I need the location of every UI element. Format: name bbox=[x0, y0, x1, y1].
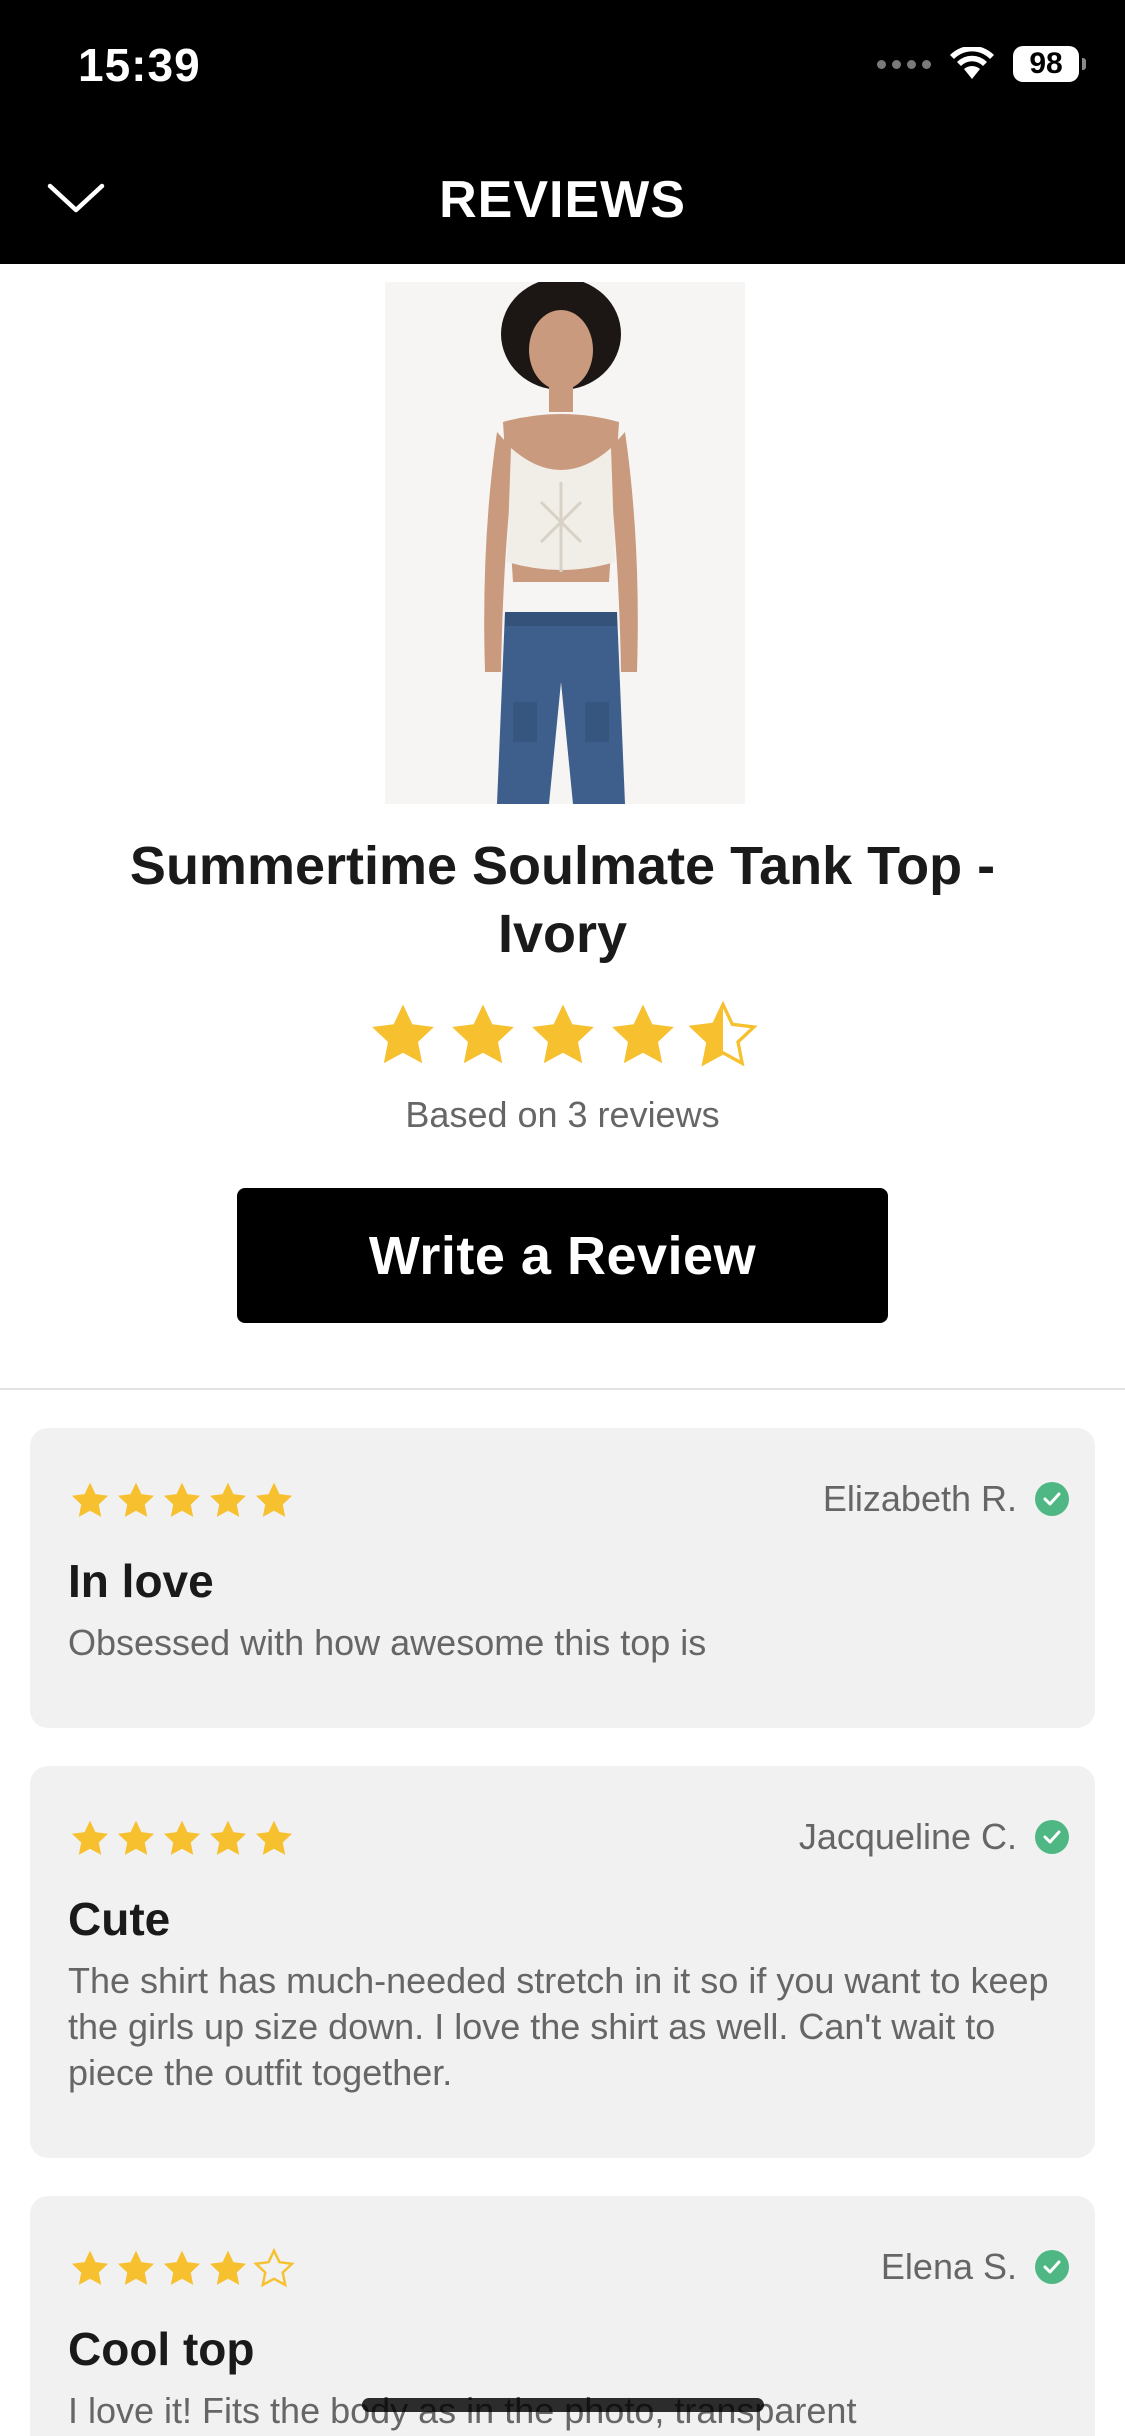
star-full-icon bbox=[71, 1820, 109, 1855]
review-title: Cool top bbox=[68, 2323, 255, 2375]
verified-check-icon bbox=[1035, 1820, 1069, 1854]
review-author: Elena S. bbox=[881, 2246, 1069, 2288]
status-indicators: 98 bbox=[877, 46, 1086, 82]
verified-check-icon bbox=[1035, 1482, 1069, 1516]
star-full-icon bbox=[209, 2250, 247, 2285]
wifi-icon bbox=[949, 47, 995, 81]
star-full-icon bbox=[209, 1482, 247, 1517]
write-review-button[interactable]: Write a Review bbox=[237, 1188, 888, 1323]
review-stars bbox=[68, 1818, 296, 1860]
star-full-icon bbox=[611, 1004, 674, 1064]
review-body: Obsessed with how awesome this top is bbox=[68, 1622, 707, 1663]
battery-icon: 98 bbox=[1013, 46, 1086, 82]
review-author-name: Elizabeth R. bbox=[822, 1478, 1017, 1519]
review-author-name: Jacqueline C. bbox=[798, 1816, 1017, 1857]
review-title: Cute bbox=[68, 1893, 171, 1945]
cellular-signal-icon bbox=[877, 59, 931, 69]
star-full-icon bbox=[255, 1820, 293, 1855]
rating-summary: Based on 3 reviews bbox=[405, 1094, 720, 1135]
top-bar: 15:39 98 REVIEWS bbox=[0, 0, 1125, 264]
star-full-icon bbox=[71, 1482, 109, 1517]
page-title: REVIEWS bbox=[439, 171, 686, 229]
star-full-icon bbox=[117, 2250, 155, 2285]
reviews-screen: 15:39 98 REVIEWS Summertime Soulmate Tan… bbox=[0, 0, 1125, 2436]
star-full-icon bbox=[371, 1004, 434, 1064]
review-author: Jacqueline C. bbox=[799, 1816, 1069, 1858]
star-full-icon bbox=[117, 1820, 155, 1855]
star-full-icon bbox=[71, 2250, 109, 2285]
star-empty-icon bbox=[253, 2248, 295, 2288]
battery-level: 98 bbox=[1029, 47, 1063, 80]
home-indicator[interactable] bbox=[362, 2398, 764, 2412]
star-full-icon bbox=[255, 1482, 293, 1517]
review-body: The shirt has much-needed stretch in it … bbox=[68, 1960, 1049, 2093]
divider bbox=[0, 1388, 1125, 1390]
star-half-icon bbox=[687, 1000, 758, 1067]
product-image bbox=[385, 282, 745, 804]
review-author-name: Elena S. bbox=[880, 2246, 1017, 2287]
status-time: 15:39 bbox=[78, 39, 201, 91]
review-author: Elizabeth R. bbox=[823, 1478, 1069, 1520]
star-full-icon bbox=[163, 2250, 201, 2285]
review-stars bbox=[68, 2248, 296, 2290]
review-stars bbox=[68, 1480, 296, 1522]
star-full-icon bbox=[209, 1820, 247, 1855]
star-full-icon bbox=[163, 1820, 201, 1855]
review-title: In love bbox=[68, 1555, 214, 1607]
star-full-icon bbox=[163, 1482, 201, 1517]
star-full-icon bbox=[451, 1004, 514, 1064]
verified-check-icon bbox=[1035, 2250, 1069, 2284]
product-rating-stars bbox=[0, 1000, 1125, 1072]
review-card: Jacqueline C. Cute The shirt has much-ne… bbox=[30, 1766, 1095, 2158]
product-title: Summertime Soulmate Tank Top - Ivory bbox=[129, 836, 996, 964]
star-full-icon bbox=[117, 1482, 155, 1517]
star-full-icon bbox=[531, 1004, 594, 1064]
review-card: Elizabeth R. In love Obsessed with how a… bbox=[30, 1428, 1095, 1728]
